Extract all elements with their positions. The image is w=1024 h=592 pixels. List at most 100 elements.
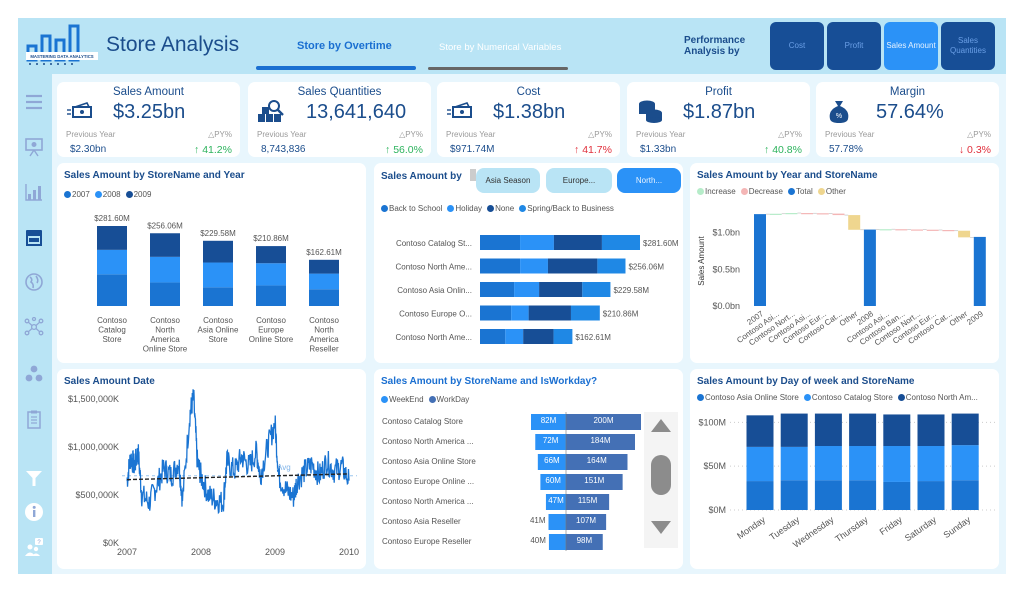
bar-segment[interactable]	[539, 282, 583, 297]
bar-segment[interactable]	[883, 481, 911, 510]
bar-segment[interactable]	[480, 329, 506, 344]
bar-segment[interactable]	[814, 413, 842, 447]
bar-segment[interactable]	[505, 329, 524, 344]
waterfall-bar-decrease[interactable]	[895, 229, 908, 231]
bar-segment[interactable]	[547, 258, 598, 274]
bar-segment-2009[interactable]	[203, 240, 233, 263]
y-tick-label: $1,000,000K	[68, 442, 119, 452]
filter-icon[interactable]	[24, 468, 44, 488]
bar-segment[interactable]	[553, 329, 573, 344]
category-label: Contoso North Ame...	[396, 263, 472, 272]
bar-segment[interactable]	[951, 445, 979, 481]
store-icon[interactable]	[24, 227, 44, 247]
weekend-bar[interactable]	[548, 534, 566, 550]
bar-segment-2009[interactable]	[97, 226, 127, 250]
help-people-icon[interactable]: ?	[24, 537, 44, 557]
bar-segment[interactable]	[570, 305, 600, 321]
bar-segment[interactable]	[746, 446, 774, 482]
weekend-bar[interactable]	[548, 514, 567, 530]
menu-icon[interactable]	[24, 92, 44, 112]
bar-segment[interactable]	[917, 446, 945, 482]
bar-segment[interactable]	[746, 481, 774, 510]
waterfall-bar-decrease[interactable]	[926, 229, 939, 231]
bar-segment[interactable]	[780, 413, 808, 447]
bar-segment[interactable]	[528, 305, 571, 321]
chart-card-store-workday: Sales Amount by StoreName and IsWorkday?…	[374, 369, 683, 569]
hierarchy-icon[interactable]	[24, 364, 44, 384]
bar-segment[interactable]	[601, 235, 640, 250]
waterfall-bar-decrease[interactable]	[816, 213, 829, 215]
perf-button-sales-amount[interactable]: Sales Amount	[884, 22, 938, 70]
bar-chart-icon[interactable]	[24, 182, 44, 202]
bar-segment[interactable]	[553, 235, 602, 250]
tab-store-by-overtime[interactable]: Store by Overtime	[297, 40, 392, 52]
bar-segment-2008[interactable]	[256, 263, 286, 286]
category-label: Contoso Catalog Store	[382, 417, 463, 426]
bar-segment-2008[interactable]	[309, 273, 339, 290]
globe-icon[interactable]	[24, 272, 44, 292]
bar-segment[interactable]	[951, 413, 979, 446]
bar-segment[interactable]	[849, 413, 877, 447]
bar-segment[interactable]	[780, 480, 808, 510]
bar-segment[interactable]	[514, 282, 540, 297]
waterfall-bar-increase[interactable]	[879, 229, 892, 231]
bar-segment[interactable]	[883, 414, 911, 447]
bar-segment-2008[interactable]	[203, 262, 233, 288]
waterfall-bar-increase[interactable]	[785, 213, 798, 215]
perf-button-cost[interactable]: Cost	[770, 22, 824, 70]
tab-store-by-numerical-variables[interactable]: Store by Numerical Variables	[439, 42, 561, 53]
waterfall-bar-decrease[interactable]	[911, 229, 923, 231]
bar-segment-2008[interactable]	[97, 249, 127, 275]
bar-segment[interactable]	[814, 446, 842, 481]
bar-segment[interactable]	[780, 446, 808, 481]
bar-segment[interactable]	[523, 329, 554, 344]
bar-segment-2009[interactable]	[150, 233, 180, 257]
bar-segment-2009[interactable]	[256, 246, 286, 264]
bar-segment-2008[interactable]	[150, 256, 180, 283]
scroll-thumb[interactable]	[651, 455, 671, 495]
bar-segment[interactable]	[480, 282, 515, 297]
y-tick-label: $100M	[698, 417, 726, 427]
bar-segment[interactable]	[883, 446, 911, 482]
network-icon[interactable]	[24, 317, 44, 337]
svg-text:%: %	[836, 113, 842, 120]
bar-segment[interactable]	[480, 258, 521, 274]
bar-segment[interactable]	[917, 414, 945, 447]
bar-segment[interactable]	[597, 258, 626, 274]
perf-button-sales-quantities[interactable]: Sales Quantities	[941, 22, 995, 70]
waterfall-bar-total[interactable]	[754, 214, 766, 306]
scrollbar[interactable]	[644, 412, 678, 548]
bar-segment-2007[interactable]	[256, 285, 286, 306]
perf-button-profit[interactable]: Profit	[827, 22, 881, 70]
waterfall-bar-total[interactable]	[973, 236, 986, 306]
waterfall-bar-decrease[interactable]	[832, 213, 845, 216]
waterfall-bar-increase[interactable]	[769, 213, 782, 215]
bar-segment[interactable]	[511, 305, 529, 321]
info-icon[interactable]	[24, 502, 44, 522]
bar-segment[interactable]	[849, 480, 877, 510]
bar-segment[interactable]	[746, 415, 774, 447]
bar-segment-2007[interactable]	[309, 289, 339, 306]
bar-segment-2007[interactable]	[97, 274, 127, 306]
waterfall-bar-decrease[interactable]	[801, 213, 814, 215]
bar-segment[interactable]	[520, 258, 548, 274]
bar-segment[interactable]	[849, 446, 877, 481]
sales-line[interactable]	[126, 389, 350, 515]
bar-segment[interactable]	[480, 305, 512, 321]
presentation-icon[interactable]	[24, 137, 44, 157]
bar-segment[interactable]	[520, 235, 554, 250]
bar-segment[interactable]	[917, 481, 945, 510]
bar-segment-2007[interactable]	[150, 282, 180, 306]
waterfall-bar-other[interactable]	[958, 230, 971, 238]
bar-segment-2007[interactable]	[203, 287, 233, 306]
waterfall-bar-other[interactable]	[848, 215, 861, 230]
waterfall-bar-decrease[interactable]	[942, 230, 955, 232]
bar-segment[interactable]	[480, 235, 521, 250]
clipboard-icon[interactable]	[24, 409, 44, 429]
bar-segment[interactable]	[582, 282, 611, 297]
bar-segment-2009[interactable]	[309, 259, 339, 274]
bar-segment[interactable]	[951, 480, 979, 510]
data-label: $281.60M	[643, 239, 679, 248]
bar-segment[interactable]	[814, 480, 842, 510]
waterfall-bar-total[interactable]	[863, 229, 876, 306]
